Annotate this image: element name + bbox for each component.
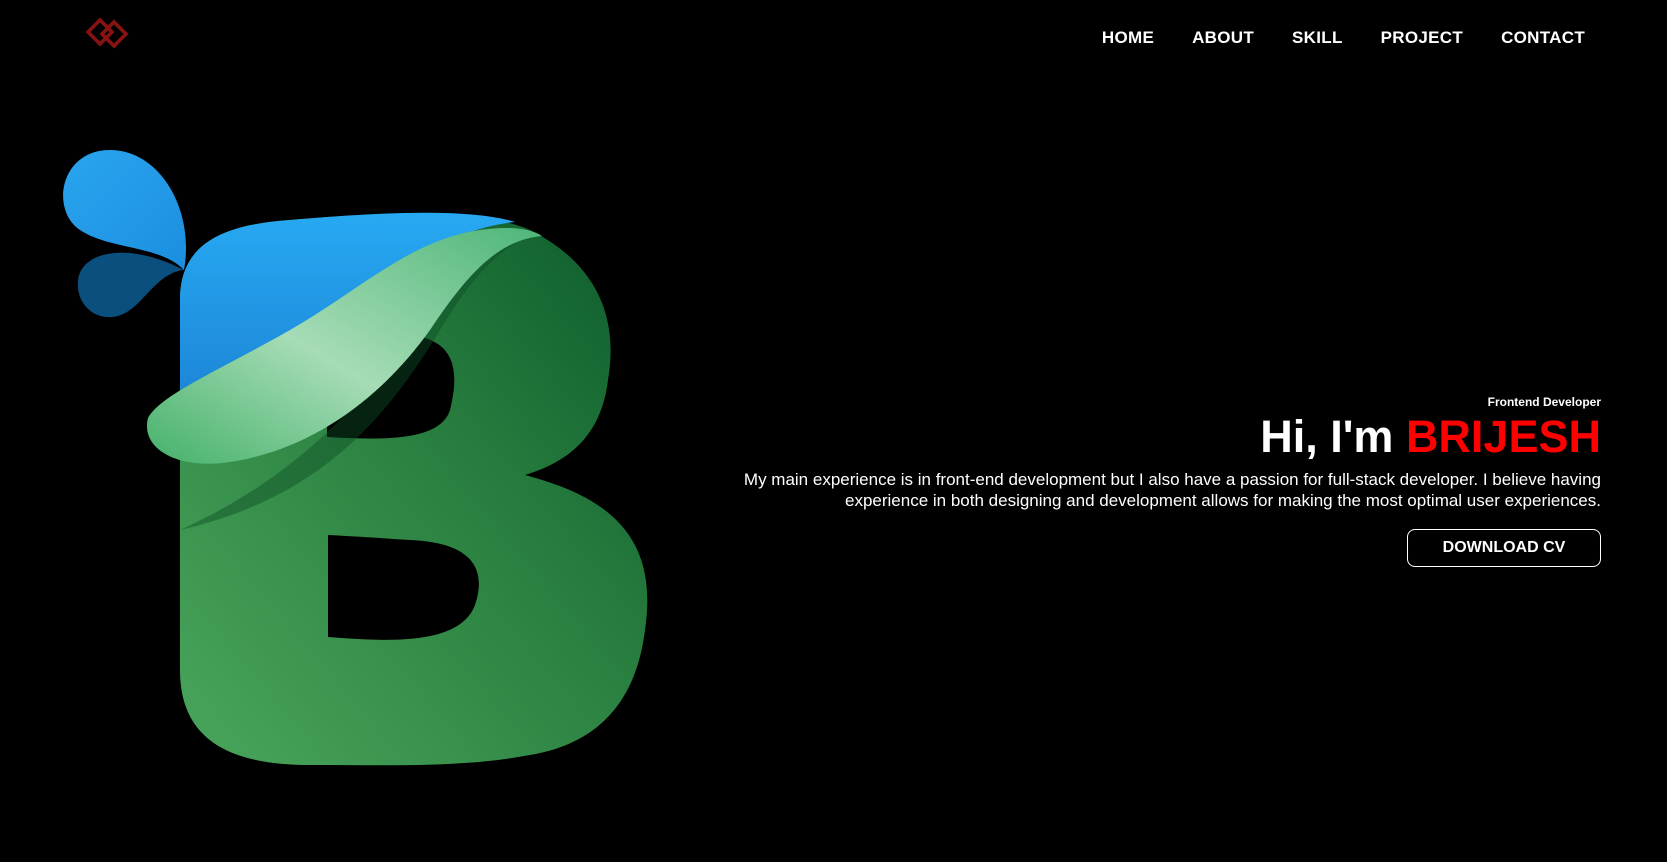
letter-b-illustration (60, 150, 700, 830)
role-subtitle: Frontend Developer (1487, 395, 1601, 409)
hero-heading: Hi, I'm BRIJESH (701, 411, 1601, 463)
hero-intro: Frontend Developer Hi, I'm BRIJESH My ma… (701, 395, 1601, 567)
download-cv-button[interactable]: DOWNLOAD CV (1407, 529, 1601, 567)
greeting-prefix: Hi, I'm (1260, 411, 1406, 462)
nav-project[interactable]: PROJECT (1381, 28, 1463, 48)
main-nav: HOME ABOUT SKILL PROJECT CONTACT (1064, 28, 1585, 48)
nav-contact[interactable]: CONTACT (1501, 28, 1585, 48)
nav-about[interactable]: ABOUT (1192, 28, 1254, 48)
hero-bio: My main experience is in front-end devel… (743, 470, 1601, 510)
nav-home[interactable]: HOME (1102, 28, 1154, 48)
landing-page: HOME ABOUT SKILL PROJECT CONTACT Fronten… (0, 0, 1667, 862)
nav-skill[interactable]: SKILL (1292, 28, 1343, 48)
hero-name: BRIJESH (1405, 411, 1601, 462)
diamond-chain-logo-icon[interactable] (80, 12, 140, 56)
